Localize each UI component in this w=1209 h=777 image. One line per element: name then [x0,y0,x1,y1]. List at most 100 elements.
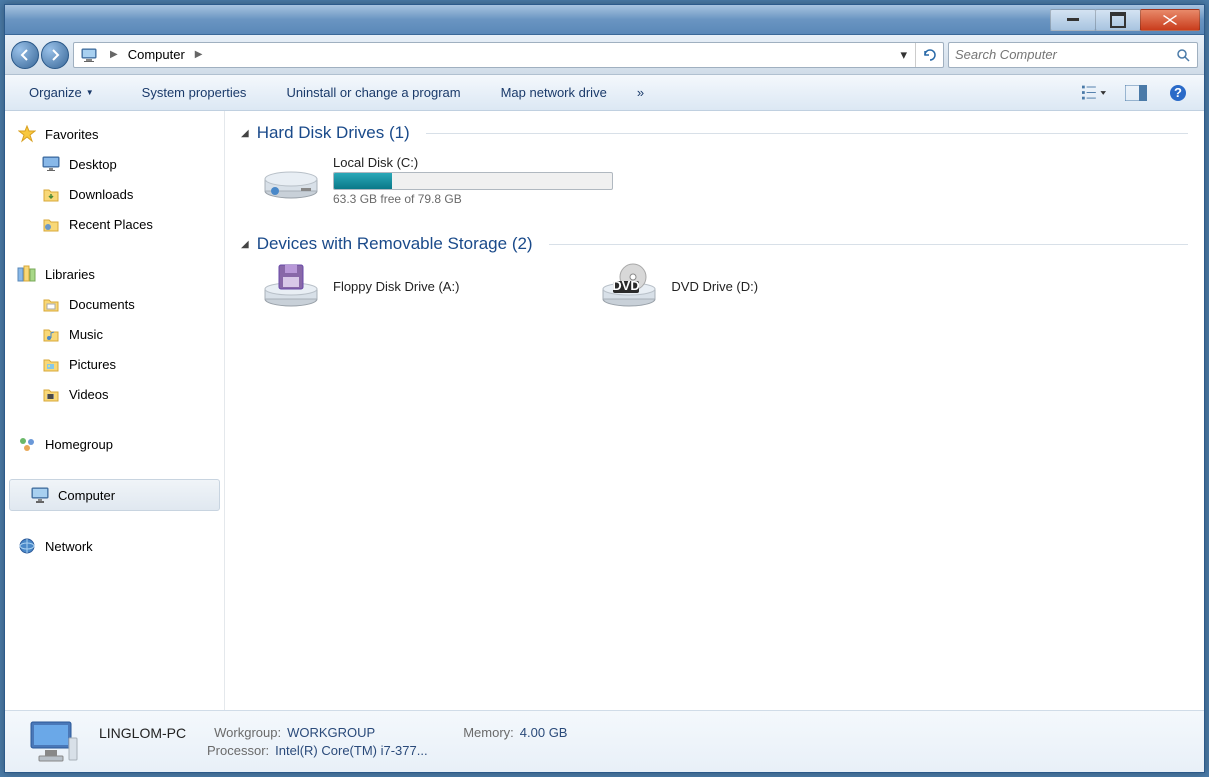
help-button[interactable]: ? [1166,83,1190,103]
processor-value: Intel(R) Core(TM) i7-377... [275,743,427,758]
address-bar[interactable]: ▶ Computer ▶ ▾ [73,42,944,68]
map-network-drive-button[interactable]: Map network drive [491,81,617,104]
drive-name: Local Disk (C:) [333,155,613,170]
refresh-icon [921,47,939,63]
sidebar-label: Desktop [69,157,117,172]
recent-places-icon [41,214,61,234]
status-details: LINGLOM-PC Workgroup: WORKGROUP Memory: … [99,725,567,758]
content-area: ◢ Hard Disk Drives (1) Local Disk (C:) 6… [225,111,1204,710]
sidebar-label: Computer [58,488,115,503]
close-button[interactable] [1140,9,1200,31]
sidebar-downloads[interactable]: Downloads [5,179,224,209]
sidebar-favorites[interactable]: Favorites [5,119,224,149]
navbar: ▶ Computer ▶ ▾ [5,35,1204,75]
documents-icon [41,294,61,314]
sidebar-music[interactable]: Music [5,319,224,349]
sidebar-documents[interactable]: Documents [5,289,224,319]
collapse-arrow-icon: ◢ [241,128,249,139]
network-icon [17,536,37,556]
search-icon [1175,47,1191,63]
pictures-icon [41,354,61,374]
computer-large-icon [25,718,81,766]
uninstall-program-button[interactable]: Uninstall or change a program [276,81,470,104]
sidebar-label: Homegroup [45,437,113,452]
workgroup-value: WORKGROUP [287,725,375,741]
minimize-button[interactable] [1050,9,1096,31]
toolbar-overflow-button[interactable]: » [627,81,654,104]
libraries-icon [17,264,37,284]
computer-icon [78,44,100,66]
back-arrow-icon [18,48,32,62]
sidebar: Favorites Desktop Downloads [5,111,225,710]
memory-label: Memory: [463,725,514,741]
drive-name: DVD Drive (D:) [671,279,758,294]
storage-bar-fill [334,173,392,189]
breadcrumb-arrow-icon[interactable]: ▶ [189,49,209,60]
refresh-button[interactable] [915,43,943,67]
group-title: Devices with Removable Storage (2) [257,234,533,254]
sidebar-desktop[interactable]: Desktop [5,149,224,179]
drive-floppy-a[interactable]: Floppy Disk Drive (A:) [261,266,459,306]
star-icon [17,124,37,144]
sidebar-computer[interactable]: Computer [9,479,220,511]
sidebar-label: Recent Places [69,217,153,232]
processor-label: Processor: [207,743,269,758]
sidebar-label: Libraries [45,267,95,282]
hard-drive-icon [261,161,321,201]
group-title: Hard Disk Drives (1) [257,123,410,143]
music-icon [41,324,61,344]
videos-icon [41,384,61,404]
organize-button[interactable]: Organize▼ [19,81,104,104]
help-icon: ? [1169,84,1187,102]
floppy-drive-icon [261,266,321,306]
sidebar-label: Downloads [69,187,133,202]
memory-value: 4.00 GB [520,725,568,741]
titlebar [5,5,1204,35]
computer-icon [30,485,50,505]
workgroup-label: Workgroup: [214,725,281,741]
forward-arrow-icon [48,48,62,62]
drive-free-text: 63.3 GB free of 79.8 GB [333,192,613,206]
sidebar-label: Videos [69,387,109,402]
maximize-button[interactable] [1095,9,1141,31]
drive-dvd-d[interactable]: DVD DVD Drive (D:) [599,266,758,306]
sidebar-recent-places[interactable]: Recent Places [5,209,224,239]
sidebar-label: Favorites [45,127,98,142]
divider [426,133,1188,134]
sidebar-homegroup[interactable]: Homegroup [5,429,224,459]
address-dropdown-button[interactable]: ▾ [892,47,915,63]
breadcrumb-computer[interactable]: Computer [124,43,189,67]
sidebar-pictures[interactable]: Pictures [5,349,224,379]
view-icon [1082,84,1106,102]
drive-local-disk-c[interactable]: Local Disk (C:) 63.3 GB free of 79.8 GB [261,155,613,206]
body: Favorites Desktop Downloads [5,111,1204,710]
forward-button[interactable] [41,41,69,69]
close-icon [1162,14,1178,26]
view-button[interactable] [1082,83,1106,103]
preview-pane-icon [1125,85,1147,101]
sidebar-label: Documents [69,297,135,312]
statusbar: LINGLOM-PC Workgroup: WORKGROUP Memory: … [5,710,1204,772]
group-header-hdd[interactable]: ◢ Hard Disk Drives (1) [241,123,1188,143]
sidebar-network[interactable]: Network [5,531,224,561]
explorer-window: ▶ Computer ▶ ▾ Organize▼ System properti… [4,4,1205,773]
sidebar-videos[interactable]: Videos [5,379,224,409]
downloads-icon [41,184,61,204]
search-box[interactable] [948,42,1198,68]
sidebar-label: Pictures [69,357,116,372]
sidebar-label: Music [69,327,103,342]
breadcrumb-arrow-icon[interactable]: ▶ [104,49,124,60]
svg-text:DVD: DVD [613,278,640,293]
drive-name: Floppy Disk Drive (A:) [333,279,459,294]
preview-pane-button[interactable] [1124,83,1148,103]
sidebar-libraries[interactable]: Libraries [5,259,224,289]
pc-name: LINGLOM-PC [99,725,186,741]
system-properties-button[interactable]: System properties [132,81,257,104]
homegroup-icon [17,434,37,454]
sidebar-label: Network [45,539,93,554]
storage-bar [333,172,613,190]
back-button[interactable] [11,41,39,69]
search-input[interactable] [955,47,1175,62]
group-header-removable[interactable]: ◢ Devices with Removable Storage (2) [241,234,1188,254]
svg-text:?: ? [1174,85,1182,100]
